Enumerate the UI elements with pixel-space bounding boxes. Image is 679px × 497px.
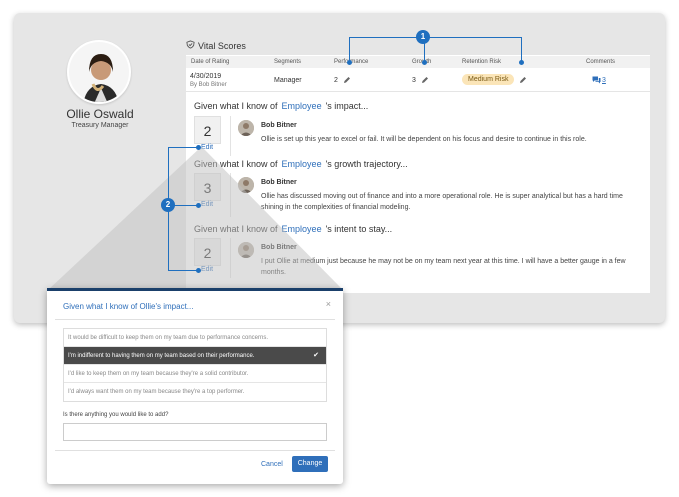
add-comment-input[interactable] (63, 423, 327, 441)
callout-badge-2: 2 (161, 198, 175, 212)
score-option-1[interactable]: It would be difficult to keep them on my… (64, 329, 326, 347)
option-label: I'm indifferent to having them on my tea… (68, 353, 255, 359)
modal-accent-bar (47, 288, 343, 291)
add-comment-label: Is there anything you would like to add? (63, 412, 169, 418)
callout-dot (196, 203, 201, 208)
score-option-3[interactable]: I'd like to keep them on my team because… (64, 365, 326, 383)
checkmark-icon: ✔ (313, 352, 319, 359)
score-option-4[interactable]: I'd always want them on my team because … (64, 383, 326, 401)
edit-score-modal: Given what I know of Ollie's impact... ×… (47, 288, 343, 484)
cancel-button[interactable]: Cancel (261, 461, 283, 468)
score-options-list: It would be difficult to keep them on my… (63, 328, 327, 402)
modal-title: Given what I know of Ollie's impact... (63, 302, 194, 311)
divider (55, 450, 335, 451)
callout-dot (196, 145, 201, 150)
score-option-2-selected[interactable]: I'm indifferent to having them on my tea… (64, 347, 326, 365)
callout-dot (196, 268, 201, 273)
divider (55, 319, 335, 320)
change-button[interactable]: Change (292, 456, 328, 472)
close-icon[interactable]: × (326, 299, 331, 309)
